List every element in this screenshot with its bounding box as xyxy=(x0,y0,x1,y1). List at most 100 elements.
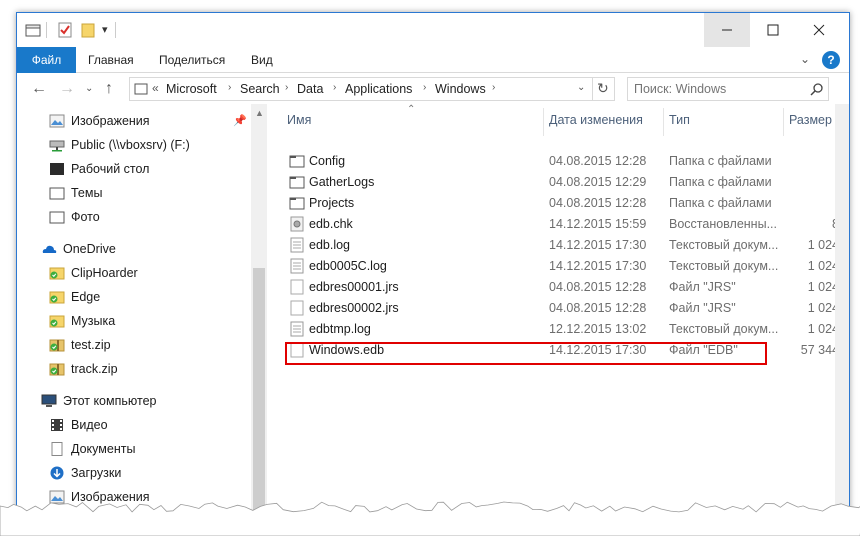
file-size: 1 024 xyxy=(807,238,839,252)
ribbon-tabs: Файл Главная Поделиться Вид ⌄ ? xyxy=(17,47,849,73)
file-row[interactable]: Config 04.08.2015 12:28 Папка с файлами xyxy=(267,150,849,171)
column-header-date[interactable]: Дата изменения xyxy=(549,113,643,127)
file-row[interactable]: edbres00001.jrs 04.08.2015 12:28 Файл "JRS… xyxy=(267,276,849,297)
up-icon[interactable]: ↑ xyxy=(105,80,113,98)
breadcrumb-separator[interactable]: › xyxy=(492,82,495,93)
breadcrumb-search[interactable]: Search xyxy=(240,82,280,96)
back-icon[interactable]: ← xyxy=(31,80,47,98)
synced-zip-icon xyxy=(49,363,65,376)
file-row[interactable]: edb0005C.log 14.12.2015 17:30 Текстовый до… xyxy=(267,255,849,276)
expand-ribbon-icon[interactable]: ⌄ xyxy=(800,52,810,66)
window-icon xyxy=(25,24,41,37)
folder-location-icon xyxy=(134,83,148,95)
nav-item-videos[interactable]: Видео xyxy=(49,414,108,436)
nav-item-label: Видео xyxy=(71,418,108,432)
recent-locations-icon[interactable]: ⌄ xyxy=(85,83,93,94)
file-size: 1 024 xyxy=(807,301,839,315)
pin-icon[interactable]: 📌 xyxy=(233,114,247,127)
breadcrumb-separator[interactable]: › xyxy=(333,82,336,93)
file-row[interactable]: edbres00002.jrs 04.08.2015 12:28 Файл "JRS… xyxy=(267,297,849,318)
nav-item-onedrive[interactable]: OneDrive xyxy=(41,238,116,260)
file-row[interactable]: Projects 04.08.2015 12:28 Папка с файлами xyxy=(267,192,849,213)
help-icon[interactable]: ? xyxy=(822,51,840,69)
computer-icon xyxy=(41,394,57,407)
nav-item-cliphoarder[interactable]: ClipHoarder xyxy=(49,262,138,284)
blank-file-icon xyxy=(290,279,304,295)
nav-item-music[interactable]: Музыка xyxy=(49,310,115,332)
close-icon xyxy=(813,24,825,36)
file-row[interactable]: edbtmp.log 12.12.2015 13:02 Текстовый доку… xyxy=(267,318,849,339)
file-row[interactable]: edb.log 14.12.2015 17:30 Текстовый докум..… xyxy=(267,234,849,255)
file-date: 12.12.2015 13:02 xyxy=(549,322,647,336)
navigation-pane: Изображения 📌 Public (\\vboxsrv) (F:) Ра… xyxy=(17,104,267,519)
nav-item-network-drive[interactable]: Public (\\vboxsrv) (F:) xyxy=(49,134,190,156)
tab-share[interactable]: Поделиться xyxy=(159,47,225,73)
breadcrumb-windows[interactable]: Windows xyxy=(435,82,486,96)
system-file-icon xyxy=(290,216,304,232)
new-folder-icon[interactable] xyxy=(80,22,96,38)
minimize-button[interactable] xyxy=(704,13,750,47)
file-row[interactable]: edb.chk 14.12.2015 15:59 Восстановленны...… xyxy=(267,213,849,234)
file-list-scrollbar[interactable] xyxy=(835,104,849,519)
navigation-bar: ← → ⌄ ↑ « Microsoft › Search › Data › Ap… xyxy=(17,74,849,104)
nav-scrollbar[interactable]: ▲ xyxy=(251,104,267,519)
scroll-up-icon[interactable]: ▲ xyxy=(255,108,264,118)
title-bar: ▾ xyxy=(17,13,849,47)
nav-item-label: Этот компьютер xyxy=(63,394,157,408)
nav-item-themes[interactable]: Темы xyxy=(49,182,102,204)
file-name: edbres00002.jrs xyxy=(309,301,399,315)
nav-item-label: Edge xyxy=(71,290,101,304)
customize-toolbar-icon[interactable]: ▾ xyxy=(102,23,108,36)
file-type: Папка с файлами xyxy=(669,196,772,210)
search-icon[interactable] xyxy=(810,82,824,96)
tab-view[interactable]: Вид xyxy=(251,47,273,73)
nav-item-pictures-quick[interactable]: Изображения xyxy=(49,110,150,132)
breadcrumb-separator[interactable]: › xyxy=(285,82,288,93)
tab-home[interactable]: Главная xyxy=(88,47,134,73)
nav-item-documents[interactable]: Документы xyxy=(49,438,135,460)
synced-folder-icon xyxy=(49,315,65,328)
nav-scrollbar-thumb[interactable] xyxy=(253,268,265,514)
column-header-type[interactable]: Тип xyxy=(669,113,690,127)
folder-icon xyxy=(289,197,305,210)
torn-edge-decoration xyxy=(0,501,860,536)
breadcrumb-separator[interactable]: › xyxy=(423,82,426,93)
column-header-name[interactable]: Имя xyxy=(287,113,311,127)
file-size: 1 024 xyxy=(807,280,839,294)
nav-item-edge[interactable]: Edge xyxy=(49,286,100,308)
breadcrumb-microsoft[interactable]: Microsoft xyxy=(166,82,217,96)
breadcrumb-applications[interactable]: Applications xyxy=(345,82,412,96)
refresh-icon[interactable]: ↻ xyxy=(597,80,609,97)
nav-item-label: ClipHoarder xyxy=(71,266,138,280)
file-date: 04.08.2015 12:29 xyxy=(549,175,647,189)
file-name: Projects xyxy=(309,196,355,210)
file-name: edb0005C.log xyxy=(309,259,387,273)
nav-item-photo[interactable]: Фото xyxy=(49,206,100,228)
file-type: Папка с файлами xyxy=(669,175,772,189)
file-row[interactable]: GatherLogs 04.08.2015 12:29 Папка с файлам… xyxy=(267,171,849,192)
nav-item-test-zip[interactable]: test.zip xyxy=(49,334,111,356)
search-input[interactable] xyxy=(634,81,804,97)
forward-icon[interactable]: → xyxy=(59,80,75,98)
breadcrumb-separator[interactable]: › xyxy=(228,82,231,93)
desktop-icon xyxy=(50,162,64,175)
tab-file[interactable]: Файл xyxy=(17,47,76,73)
breadcrumb-data[interactable]: Data xyxy=(297,82,323,96)
nav-item-this-pc[interactable]: Этот компьютер xyxy=(41,390,156,412)
maximize-button[interactable] xyxy=(750,13,796,47)
column-header-size[interactable]: Размер xyxy=(789,113,832,127)
address-bar[interactable]: « Microsoft › Search › Data › Applicatio… xyxy=(129,77,615,101)
overflow-icon[interactable]: « xyxy=(152,81,159,95)
nav-item-label: Фото xyxy=(71,210,100,224)
nav-item-track-zip[interactable]: track.zip xyxy=(49,358,118,380)
close-button[interactable] xyxy=(796,13,842,47)
address-history-icon[interactable]: ⌄ xyxy=(577,82,585,93)
nav-item-desktop[interactable]: Рабочий стол xyxy=(49,158,149,180)
nav-item-label: Рабочий стол xyxy=(71,162,150,176)
properties-icon[interactable] xyxy=(57,22,73,38)
file-type: Восстановленны... xyxy=(669,217,777,231)
search-box[interactable] xyxy=(627,77,829,101)
documents-icon xyxy=(51,441,63,456)
file-date: 04.08.2015 12:28 xyxy=(549,196,647,210)
nav-item-downloads[interactable]: Загрузки xyxy=(49,462,121,484)
